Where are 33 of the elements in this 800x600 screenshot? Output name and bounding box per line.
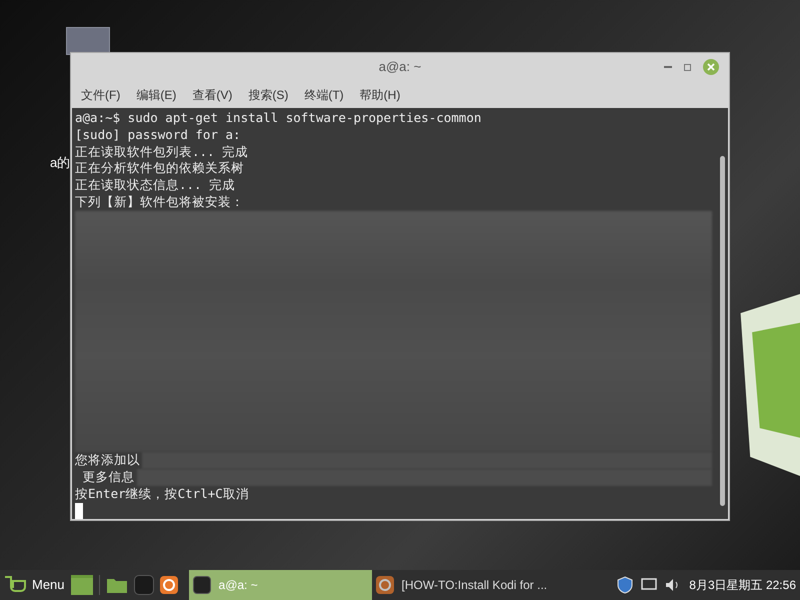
terminal-line: 按Enter继续，按Ctrl+C取消 [75,486,250,504]
taskbar-window-button[interactable]: [HOW-TO:Install Kodi for ... [372,570,555,600]
menu-item[interactable]: 文件(F) [81,86,120,104]
clock[interactable]: 8月3日星期五 22:56 [689,576,796,594]
show-desktop-icon[interactable] [70,575,93,595]
maximize-button[interactable] [684,64,691,70]
terminal-line: 下列【新】软件包将被安装： [75,194,245,211]
folder-icon[interactable] [106,576,128,594]
folder-icon [66,27,110,55]
menu-item[interactable]: 编辑(E) [136,86,176,104]
display-icon[interactable] [641,578,658,592]
terminal-icon [192,576,211,594]
menu-item[interactable]: 查看(V) [192,86,232,104]
menu-item[interactable]: 终端(T) [304,86,344,104]
menu-item[interactable]: 帮助(H) [360,86,400,104]
terminal-line: [sudo] password for a: [75,126,242,144]
shield-icon[interactable] [617,576,634,594]
terminal-line: 正在读取软件包列表... 完成 [75,144,250,160]
terminal-line: 您将添加以 [75,452,140,470]
menu-item[interactable]: 搜索(S) [248,86,288,104]
desktop-icon-label: a的 [50,154,70,172]
browser-launcher[interactable] [160,576,178,594]
terminal-line: 正在读取状态信息... 完成 [75,177,236,194]
terminal-line: a@a:~$ sudo apt-get install software-properties-common [75,110,482,127]
browser-icon [376,576,394,594]
browser-icon [160,576,178,594]
mint-logo-icon [4,576,26,594]
window-title: a@a: ~ [378,58,422,76]
scrollbar-thumb[interactable] [720,156,724,506]
menu-button[interactable]: Menu [0,570,69,600]
terminal-line: 更多信息 [82,469,135,486]
terminal-cursor [75,503,83,519]
terminal-line: 正在分析软件包的依赖关系树 [75,160,245,178]
